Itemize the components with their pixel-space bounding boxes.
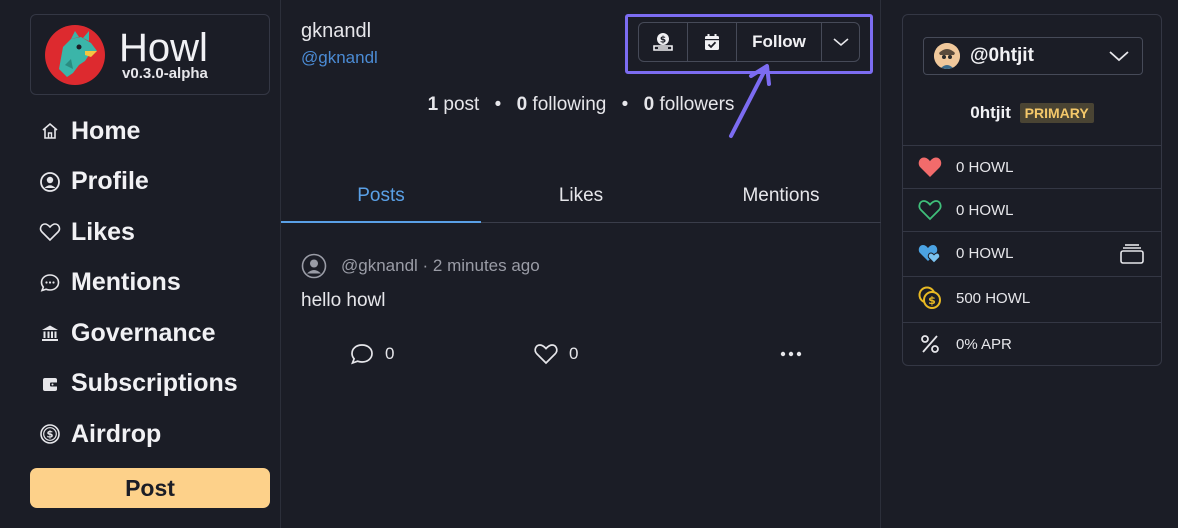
user-circle-icon — [38, 170, 62, 194]
balance-row-liked: 0 HOWL — [903, 188, 1161, 231]
account-username: 0htjit — [970, 103, 1011, 122]
calendar-check-icon — [705, 34, 719, 50]
profile-main: gknandl @gknandl $ Follow 1 post • 0 fol… — [281, 0, 881, 528]
balance-text: 500 HOWL — [956, 289, 1031, 307]
comment-icon — [351, 344, 373, 365]
nav-item-home[interactable]: Home — [38, 106, 238, 157]
heart-filled-icon — [917, 154, 943, 180]
account-selector[interactable]: @0htjit — [923, 37, 1143, 75]
posts-count: 1 — [427, 94, 439, 115]
post-meta: @gknandl · 2 minutes ago — [341, 256, 540, 275]
nav-label: Airdrop — [71, 419, 162, 448]
svg-text:$: $ — [928, 294, 936, 307]
like-button[interactable]: 0 — [533, 342, 578, 366]
nav-item-likes[interactable]: Likes — [38, 207, 238, 258]
account-avatar — [934, 43, 960, 69]
left-sidebar: Howl v0.3.0-alpha Home Profile Likes Men… — [0, 0, 281, 528]
balance-row-likes: 0 HOWL — [903, 145, 1161, 188]
followers-count: 0 — [643, 94, 655, 115]
tip-money-icon: $ — [653, 33, 673, 51]
heart-icon — [38, 220, 62, 244]
nav-label: Likes — [71, 217, 135, 246]
balance-row-wallet: $ 500 HOWL — [903, 276, 1161, 319]
dollar-coin-icon: $ — [38, 422, 62, 446]
balance-text: 0 HOWL — [956, 158, 1014, 176]
profile-stats: 1 post • 0 following • 0 followers — [427, 94, 735, 115]
more-actions-dropdown[interactable] — [822, 23, 859, 61]
brand-name: Howl — [119, 25, 208, 70]
account-panel: @0htjit 0htjit PRIMARY 0 HOWL 0 HOWL 0 H… — [902, 14, 1162, 366]
primary-badge: PRIMARY — [1019, 103, 1094, 123]
balance-text: 0% APR — [956, 335, 1012, 353]
nav-label: Home — [71, 116, 141, 145]
post-actions: 0 0 — [349, 342, 829, 372]
profile-handle[interactable]: @gknandl — [301, 48, 378, 68]
nav-item-governance[interactable]: Governance — [38, 308, 238, 359]
avatar-placeholder-icon — [301, 253, 327, 279]
balance-text: 0 HOWL — [956, 201, 1014, 219]
chevron-down-icon — [1109, 51, 1129, 62]
hearts-icon — [917, 240, 943, 266]
account-name: @0htjit — [970, 45, 1034, 66]
brand-version: v0.3.0-alpha — [122, 64, 208, 82]
stack-icon[interactable] — [1119, 242, 1145, 266]
nav-item-mentions[interactable]: Mentions — [38, 258, 238, 309]
tab-likes[interactable]: Likes — [481, 173, 681, 222]
feed-post[interactable]: @gknandl · 2 minutes ago hello howl 0 0 — [301, 252, 861, 365]
followers-label[interactable]: followers — [659, 94, 734, 115]
tip-button[interactable]: $ — [639, 23, 688, 61]
tab-mentions[interactable]: Mentions — [681, 173, 881, 222]
main-nav: Home Profile Likes Mentions Governance S… — [38, 106, 238, 460]
post-button[interactable]: Post — [30, 468, 270, 508]
posts-label: post — [443, 94, 480, 115]
svg-text:$: $ — [660, 36, 666, 46]
bank-icon — [38, 321, 62, 345]
nav-label: Mentions — [71, 268, 181, 297]
wallet-icon — [38, 372, 62, 396]
account-username-line: 0htjit PRIMARY — [903, 103, 1161, 123]
like-count: 0 — [569, 344, 579, 363]
nav-item-airdrop[interactable]: $ Airdrop — [38, 409, 238, 460]
brand-card[interactable]: Howl v0.3.0-alpha — [30, 14, 270, 95]
follow-button[interactable]: Follow — [737, 23, 822, 61]
nav-item-profile[interactable]: Profile — [38, 157, 238, 208]
balance-text: 0 HOWL — [956, 244, 1014, 262]
following-label[interactable]: following — [532, 94, 606, 115]
heart-icon — [534, 344, 558, 365]
coins-icon: $ — [917, 285, 943, 311]
tab-posts[interactable]: Posts — [281, 173, 481, 223]
subscribe-button[interactable] — [688, 23, 737, 61]
post-more-button[interactable] — [779, 345, 803, 363]
nav-label: Subscriptions — [71, 369, 238, 398]
chevron-down-icon — [832, 38, 849, 47]
nav-label: Profile — [71, 167, 149, 196]
profile-display-name: gknandl — [301, 20, 372, 42]
nav-item-subscriptions[interactable]: Subscriptions — [38, 359, 238, 410]
reply-button[interactable]: 0 — [349, 342, 394, 366]
profile-actions: $ Follow — [638, 22, 860, 62]
heart-outline-icon — [917, 197, 943, 223]
home-icon — [38, 119, 62, 143]
percent-icon — [917, 331, 943, 357]
nav-label: Governance — [71, 318, 216, 347]
post-body: hello howl — [301, 290, 386, 311]
following-count: 0 — [516, 94, 528, 115]
chat-bubble-icon — [38, 271, 62, 295]
reply-count: 0 — [385, 344, 395, 363]
profile-tabs: Posts Likes Mentions — [281, 173, 881, 223]
svg-text:$: $ — [47, 430, 54, 441]
more-dots-icon — [780, 351, 802, 357]
balance-row-hearts: 0 HOWL — [903, 231, 1161, 274]
howl-logo — [45, 24, 105, 85]
balance-row-apr: 0% APR — [903, 322, 1161, 365]
